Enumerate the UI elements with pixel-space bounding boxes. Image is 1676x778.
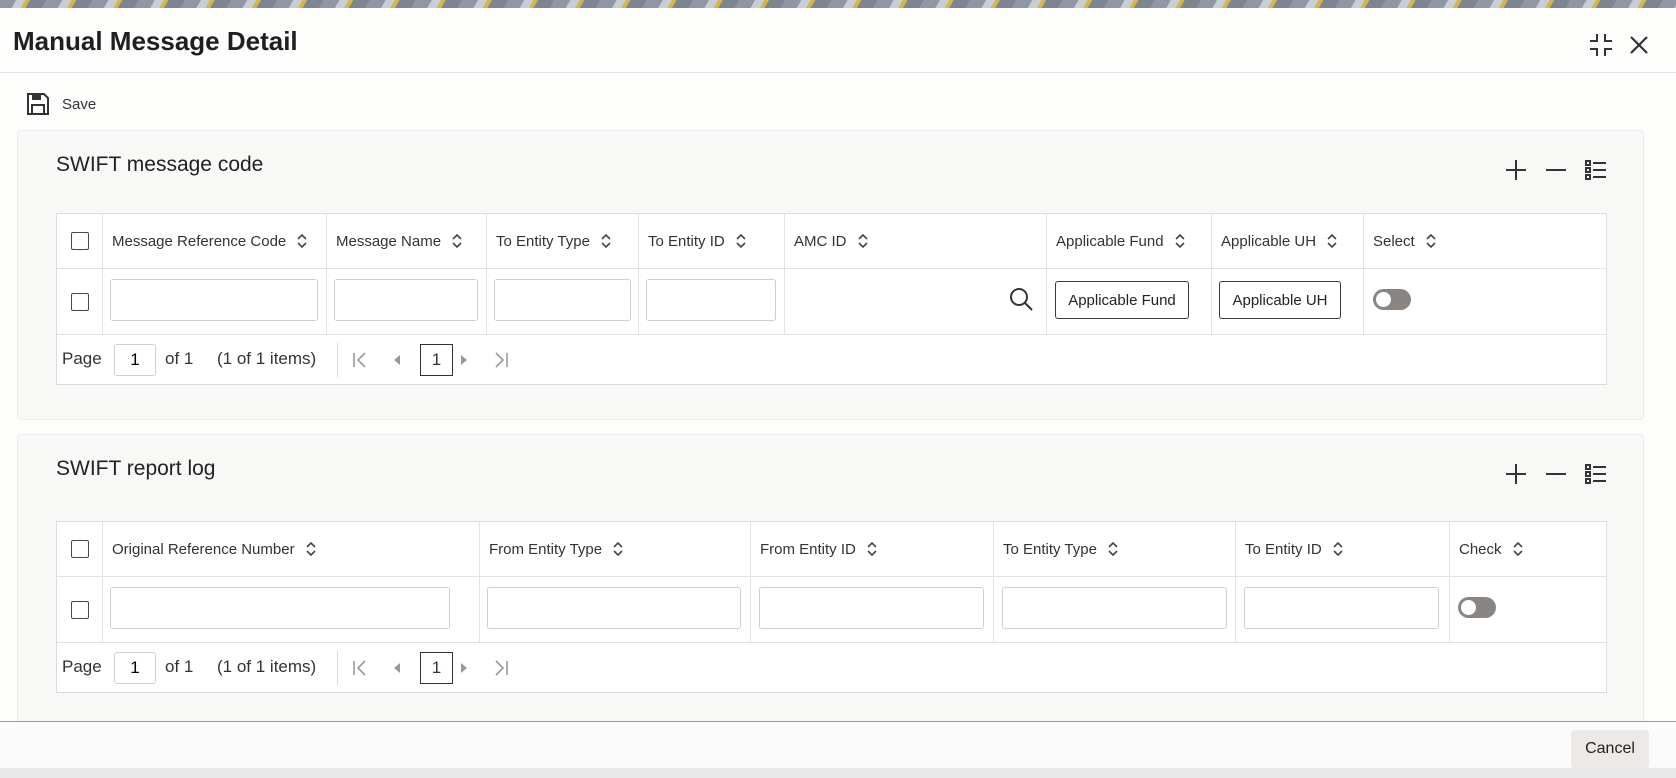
from-entity-id-input[interactable]: [759, 587, 984, 629]
add-row-icon[interactable]: [1503, 157, 1529, 183]
save-button[interactable]: Save: [26, 90, 96, 118]
add-row-icon[interactable]: [1503, 461, 1529, 487]
page-number-input[interactable]: [114, 344, 156, 376]
select-all-checkbox[interactable]: [71, 232, 89, 250]
sort-icon: [736, 233, 746, 249]
first-page-icon[interactable]: [350, 350, 370, 370]
message-reference-code-input[interactable]: [110, 279, 318, 321]
swift-report-log-section: SWIFT report log Original Reference Numb…: [17, 434, 1644, 724]
sort-icon: [867, 541, 877, 557]
column-header-original-reference-number[interactable]: Original Reference Number: [103, 522, 480, 576]
title-bar: Manual Message Detail: [0, 8, 1676, 73]
column-header-to-entity-type[interactable]: To Entity Type: [487, 214, 639, 268]
swift-report-log-grid: Original Reference Number From Entity Ty…: [56, 521, 1607, 693]
previous-page-icon[interactable]: [387, 350, 407, 370]
column-header-applicable-fund[interactable]: Applicable Fund: [1047, 214, 1212, 268]
column-header-to-entity-type[interactable]: To Entity Type: [994, 522, 1236, 576]
manual-message-detail-dialog: Manual Message Detail Save SWIFT message…: [0, 8, 1676, 778]
row-checkbox[interactable]: [71, 601, 89, 619]
previous-page-icon[interactable]: [387, 658, 407, 678]
message-name-input[interactable]: [334, 279, 478, 321]
items-count-label: (1 of 1 items): [217, 657, 317, 676]
to-entity-id-input[interactable]: [646, 279, 776, 321]
row-checkbox[interactable]: [71, 293, 89, 311]
sort-icon: [857, 233, 868, 249]
column-header-to-entity-id[interactable]: To Entity ID: [1236, 522, 1450, 576]
table-row: [57, 577, 1606, 643]
sort-icon: [1426, 233, 1436, 249]
background-banner: [0, 0, 1676, 8]
page-label: Page: [62, 657, 102, 676]
sort-icon: [306, 541, 316, 557]
grid-actions: [1503, 157, 1609, 183]
original-reference-number-input[interactable]: [110, 587, 450, 629]
single-record-view-icon[interactable]: [1583, 157, 1609, 183]
grid-header-row: Message Reference Code Message Name To E…: [57, 214, 1606, 269]
items-count-label: (1 of 1 items): [217, 349, 317, 368]
column-header-to-entity-id[interactable]: To Entity ID: [639, 214, 785, 268]
to-entity-type-input[interactable]: [1002, 587, 1227, 629]
column-header-message-reference-code[interactable]: Message Reference Code: [103, 214, 327, 268]
sort-icon: [601, 233, 611, 249]
grid-header-row: Original Reference Number From Entity Ty…: [57, 522, 1606, 577]
table-row: Applicable Fund Applicable UH: [57, 269, 1606, 335]
next-page-icon[interactable]: [454, 658, 474, 678]
dialog-title: Manual Message Detail: [13, 26, 298, 56]
floppy-disk-icon: [27, 93, 49, 115]
check-toggle[interactable]: [1458, 597, 1496, 618]
amc-id-field[interactable]: [785, 269, 1047, 334]
select-toggle[interactable]: [1373, 289, 1411, 310]
pager-divider: [337, 651, 338, 685]
save-label: Save: [62, 95, 97, 113]
next-page-icon[interactable]: [454, 350, 474, 370]
remove-row-icon[interactable]: [1543, 461, 1569, 487]
sort-icon: [297, 233, 307, 249]
current-page-button[interactable]: 1: [420, 344, 453, 376]
sort-icon: [613, 541, 623, 557]
current-page-button[interactable]: 1: [420, 652, 453, 684]
pager-divider: [337, 343, 338, 377]
applicable-uh-button[interactable]: Applicable UH: [1219, 281, 1341, 319]
swift-message-code-grid: Message Reference Code Message Name To E…: [56, 213, 1607, 385]
swift-message-code-section: SWIFT message code Message Reference Cod…: [17, 130, 1644, 420]
sort-icon: [1327, 233, 1337, 249]
search-icon[interactable]: [1007, 285, 1035, 313]
section-title: SWIFT message code: [56, 153, 264, 176]
page-background: [0, 768, 1676, 778]
page-number-input[interactable]: [114, 652, 156, 684]
column-header-amc-id[interactable]: AMC ID: [785, 214, 1047, 268]
close-icon[interactable]: [1624, 30, 1654, 60]
last-page-icon[interactable]: [491, 350, 511, 370]
single-record-view-icon[interactable]: [1583, 461, 1609, 487]
sort-icon: [1175, 233, 1185, 249]
select-all-checkbox[interactable]: [71, 540, 89, 558]
sort-icon: [1108, 541, 1118, 557]
to-entity-id-input[interactable]: [1244, 587, 1439, 629]
column-header-message-name[interactable]: Message Name: [327, 214, 487, 268]
sort-icon: [1512, 541, 1523, 557]
applicable-fund-button[interactable]: Applicable Fund: [1055, 281, 1189, 319]
grid-pagination: Page of 1 (1 of 1 items) 1: [57, 643, 1606, 693]
minimize-icon[interactable]: [1586, 30, 1616, 60]
page-count-label: of 1: [165, 657, 194, 676]
section-title: SWIFT report log: [56, 457, 216, 480]
column-header-from-entity-type[interactable]: From Entity Type: [480, 522, 751, 576]
remove-row-icon[interactable]: [1543, 157, 1569, 183]
first-page-icon[interactable]: [350, 658, 370, 678]
sort-icon: [1333, 541, 1343, 557]
column-header-applicable-uh[interactable]: Applicable UH: [1212, 214, 1364, 268]
cancel-button[interactable]: Cancel: [1571, 730, 1649, 768]
sort-icon: [452, 233, 462, 249]
column-header-from-entity-id[interactable]: From Entity ID: [751, 522, 994, 576]
page-label: Page: [62, 349, 102, 368]
grid-actions: [1503, 461, 1609, 487]
from-entity-type-input[interactable]: [487, 587, 741, 629]
to-entity-type-input[interactable]: [494, 279, 631, 321]
last-page-icon[interactable]: [491, 658, 511, 678]
column-header-check[interactable]: Check: [1450, 522, 1608, 576]
grid-pagination: Page of 1 (1 of 1 items) 1: [57, 335, 1606, 385]
column-header-select[interactable]: Select: [1364, 214, 1608, 268]
page-count-label: of 1: [165, 349, 194, 368]
